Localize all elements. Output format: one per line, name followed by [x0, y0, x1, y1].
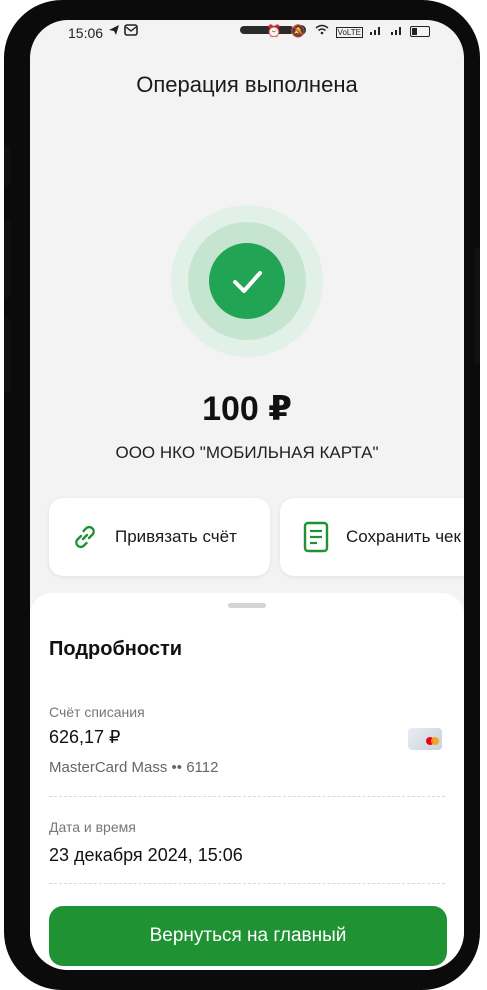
- divider: [49, 796, 445, 797]
- link-icon: [69, 521, 101, 553]
- phone-frame: 15:06 ⏰ 🔕 VoLTE Операция выполнена 100 ₽…: [4, 0, 480, 990]
- side-button: [4, 318, 10, 392]
- page-title: Операция выполнена: [136, 72, 358, 97]
- sheet-drag-handle[interactable]: [228, 603, 266, 608]
- card-name: MasterCard Mass •• 6112: [49, 759, 219, 776]
- signal-icon: [369, 24, 389, 38]
- card-image: [408, 728, 442, 750]
- account-balance: 626,17 ₽: [49, 727, 121, 747]
- success-indicator: [171, 205, 323, 357]
- status-left-icons: [108, 24, 138, 39]
- checkmark-icon: [233, 271, 262, 293]
- receipt-icon: [300, 521, 332, 553]
- account-label: Счёт списания: [49, 704, 145, 720]
- save-receipt-label: Сохранить чек: [346, 527, 461, 546]
- mute-icon: 🔕: [290, 24, 309, 38]
- power-button: [474, 248, 480, 364]
- screen: 15:06 ⏰ 🔕 VoLTE Операция выполнена 100 ₽…: [30, 20, 464, 970]
- status-right-icons: ⏰ 🔕 VoLTE: [267, 24, 430, 38]
- side-button: [4, 146, 10, 186]
- payment-recipient: ООО НКО "МОБИЛЬНАЯ КАРТА": [115, 443, 379, 462]
- status-time: 15:06: [68, 25, 104, 41]
- datetime-label: Дата и время: [49, 819, 136, 835]
- divider: [49, 883, 445, 884]
- datetime-value: 23 декабря 2024, 15:06: [49, 845, 243, 865]
- volte-icon: VoLTE: [335, 27, 363, 38]
- side-button: [4, 220, 10, 298]
- battery-icon: [410, 26, 430, 38]
- link-account-button[interactable]: Привязать счёт: [49, 498, 270, 576]
- send-icon: [108, 24, 124, 39]
- mail-icon: [123, 24, 138, 39]
- return-home-button[interactable]: Вернуться на главный: [49, 906, 447, 966]
- alarm-icon: ⏰: [266, 24, 285, 38]
- status-bar: 15:06 ⏰ 🔕 VoLTE: [30, 20, 464, 46]
- save-receipt-button[interactable]: Сохранить чек: [280, 498, 464, 576]
- payment-amount: 100 ₽: [202, 390, 292, 428]
- link-account-label: Привязать счёт: [115, 527, 237, 546]
- wifi-icon: [315, 24, 335, 38]
- details-title: Подробности: [49, 638, 183, 660]
- signal-icon: [390, 24, 410, 38]
